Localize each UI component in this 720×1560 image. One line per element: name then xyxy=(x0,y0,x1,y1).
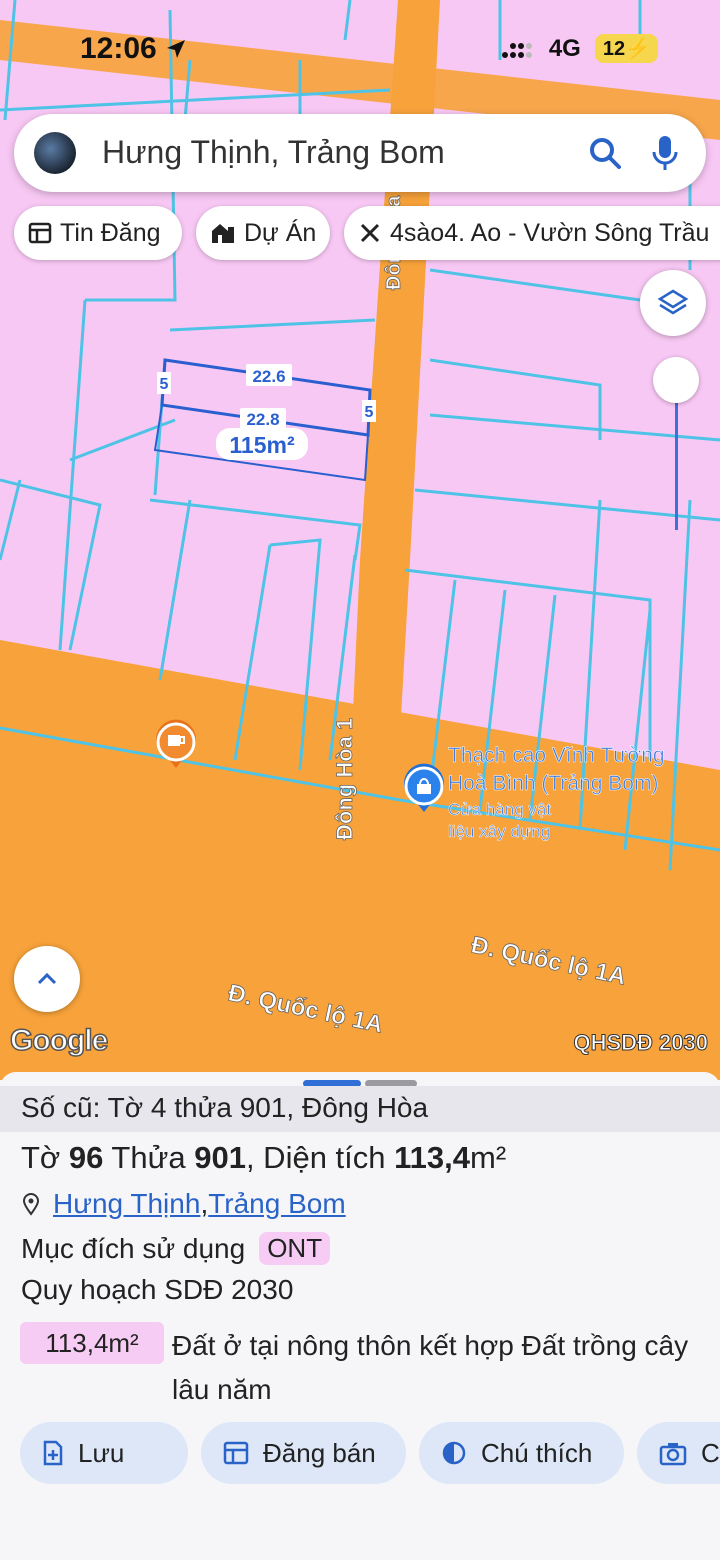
measure-icon xyxy=(360,223,380,243)
listing-icon xyxy=(28,222,52,244)
save-file-icon xyxy=(43,1440,63,1466)
title-prefix: Tờ xyxy=(21,1140,69,1175)
location-arrow-icon xyxy=(167,40,186,58)
listing-icon xyxy=(223,1441,249,1465)
old-number-text: Số cũ: Tờ 4 thửa 901, Đông Hòa xyxy=(21,1092,429,1123)
poi-category-line1: Cửa hàng vật xyxy=(448,800,551,819)
area-unit: m² xyxy=(470,1140,507,1175)
network-type: 4G xyxy=(548,34,581,62)
sheet-number: 96 xyxy=(68,1140,104,1175)
location-row: Hưng Thịnh, Trảng Bom xyxy=(21,1188,346,1220)
road-label-dong-hoa-1: Đông Hòa 1 xyxy=(332,718,357,840)
layers-icon xyxy=(657,289,689,315)
chip-du-an[interactable]: Dự Án xyxy=(196,206,330,260)
title-mid2: , Diện tích xyxy=(245,1140,395,1175)
signal-icon xyxy=(501,42,532,58)
plan-description: Đất ở tại nông thôn kết hợp Đất trồng câ… xyxy=(172,1330,689,1405)
chip-label: Tin Đăng xyxy=(60,218,161,247)
legend-button-label: Chú thích xyxy=(481,1437,593,1468)
battery-level: 12 xyxy=(602,38,626,60)
chevron-up-icon xyxy=(37,972,57,985)
camera-button-label: C xyxy=(701,1437,720,1468)
save-button[interactable]: Lưu xyxy=(20,1422,188,1484)
status-right: 4G 12⚡ xyxy=(501,34,658,63)
avatar[interactable] xyxy=(34,132,76,174)
camera-button[interactable]: C xyxy=(637,1422,720,1484)
search-input[interactable]: Hưng Thịnh, Trảng Bom xyxy=(102,134,445,171)
land-use-row: Mục đích sử dụng ONT xyxy=(21,1232,331,1265)
parcel-number: 901 xyxy=(194,1140,246,1175)
contrast-icon xyxy=(442,1441,466,1465)
time-text: 12:06 xyxy=(80,32,157,65)
land-use-code-badge: ONT xyxy=(259,1232,331,1265)
expand-sheet-button[interactable] xyxy=(14,946,80,1012)
land-use-label: Mục đích sử dụng xyxy=(21,1232,246,1264)
post-sale-button-label: Đăng bán xyxy=(263,1437,376,1468)
district-link[interactable]: Trảng Bom xyxy=(208,1188,345,1220)
status-bar: 12:06 4G 12⚡ xyxy=(0,22,720,74)
location-pin-icon xyxy=(22,1193,40,1216)
mic-icon[interactable] xyxy=(650,134,680,172)
legend-button[interactable]: Chú thích xyxy=(419,1422,624,1484)
plan-area-badge: 113,4m² xyxy=(20,1322,164,1364)
old-number-row: Số cũ: Tờ 4 thửa 901, Đông Hòa xyxy=(0,1086,720,1132)
save-button-label: Lưu xyxy=(78,1437,125,1468)
opacity-slider-handle[interactable] xyxy=(653,357,699,403)
title-mid: Thửa xyxy=(103,1140,195,1175)
layers-button[interactable] xyxy=(640,270,706,336)
chip-label: Dự Án xyxy=(244,218,317,247)
google-logo: Google xyxy=(9,1023,109,1058)
search-icon[interactable] xyxy=(588,136,622,170)
plan-label: Quy hoạch SDĐ 2030 xyxy=(21,1274,294,1305)
parcel-right-length: 5 xyxy=(365,404,374,421)
parcel-top-length: 22.6 xyxy=(252,367,285,386)
parcel-bottom-length: 22.8 xyxy=(246,410,279,429)
layer-label: QHSDĐ 2030 xyxy=(573,1030,709,1056)
chip-label: 4sào4. Ao - Vườn Sông Trầu xyxy=(390,218,710,247)
loc-separator: , xyxy=(200,1188,209,1219)
poi-name-line2: Hoà Bình (Trảng Bom) xyxy=(448,772,658,795)
poi-name-line1: Thạch cao Vĩnh Tường xyxy=(448,744,665,767)
parcel-area: 113,4 xyxy=(394,1140,471,1175)
parcel-title: Tờ 96 Thửa 901, Diện tích 113,4m² xyxy=(21,1140,506,1176)
status-time: 12:06 xyxy=(80,32,187,66)
chip-saved-area[interactable]: 4sào4. Ao - Vườn Sông Trầu xyxy=(344,206,720,260)
parcel-area-label: 115m² xyxy=(229,432,295,458)
camera-icon xyxy=(659,1443,687,1466)
parcel-info-sheet[interactable]: Số cũ: Tờ 4 thửa 901, Đông Hòa Tờ 96 Thử… xyxy=(0,1072,720,1560)
building-icon xyxy=(212,224,234,243)
ward-link[interactable]: Hưng Thịnh xyxy=(53,1188,200,1220)
chip-tin-dang[interactable]: Tin Đăng xyxy=(14,206,182,260)
poi-category-line2: liệu xây dựng xyxy=(448,822,550,841)
battery-indicator: 12⚡ xyxy=(594,34,658,63)
search-bar[interactable]: Hưng Thịnh, Trảng Bom xyxy=(14,114,706,192)
opacity-slider-track[interactable] xyxy=(675,390,678,530)
post-sale-button[interactable]: Đăng bán xyxy=(201,1422,406,1484)
parcel-left-length: 5 xyxy=(160,376,169,393)
